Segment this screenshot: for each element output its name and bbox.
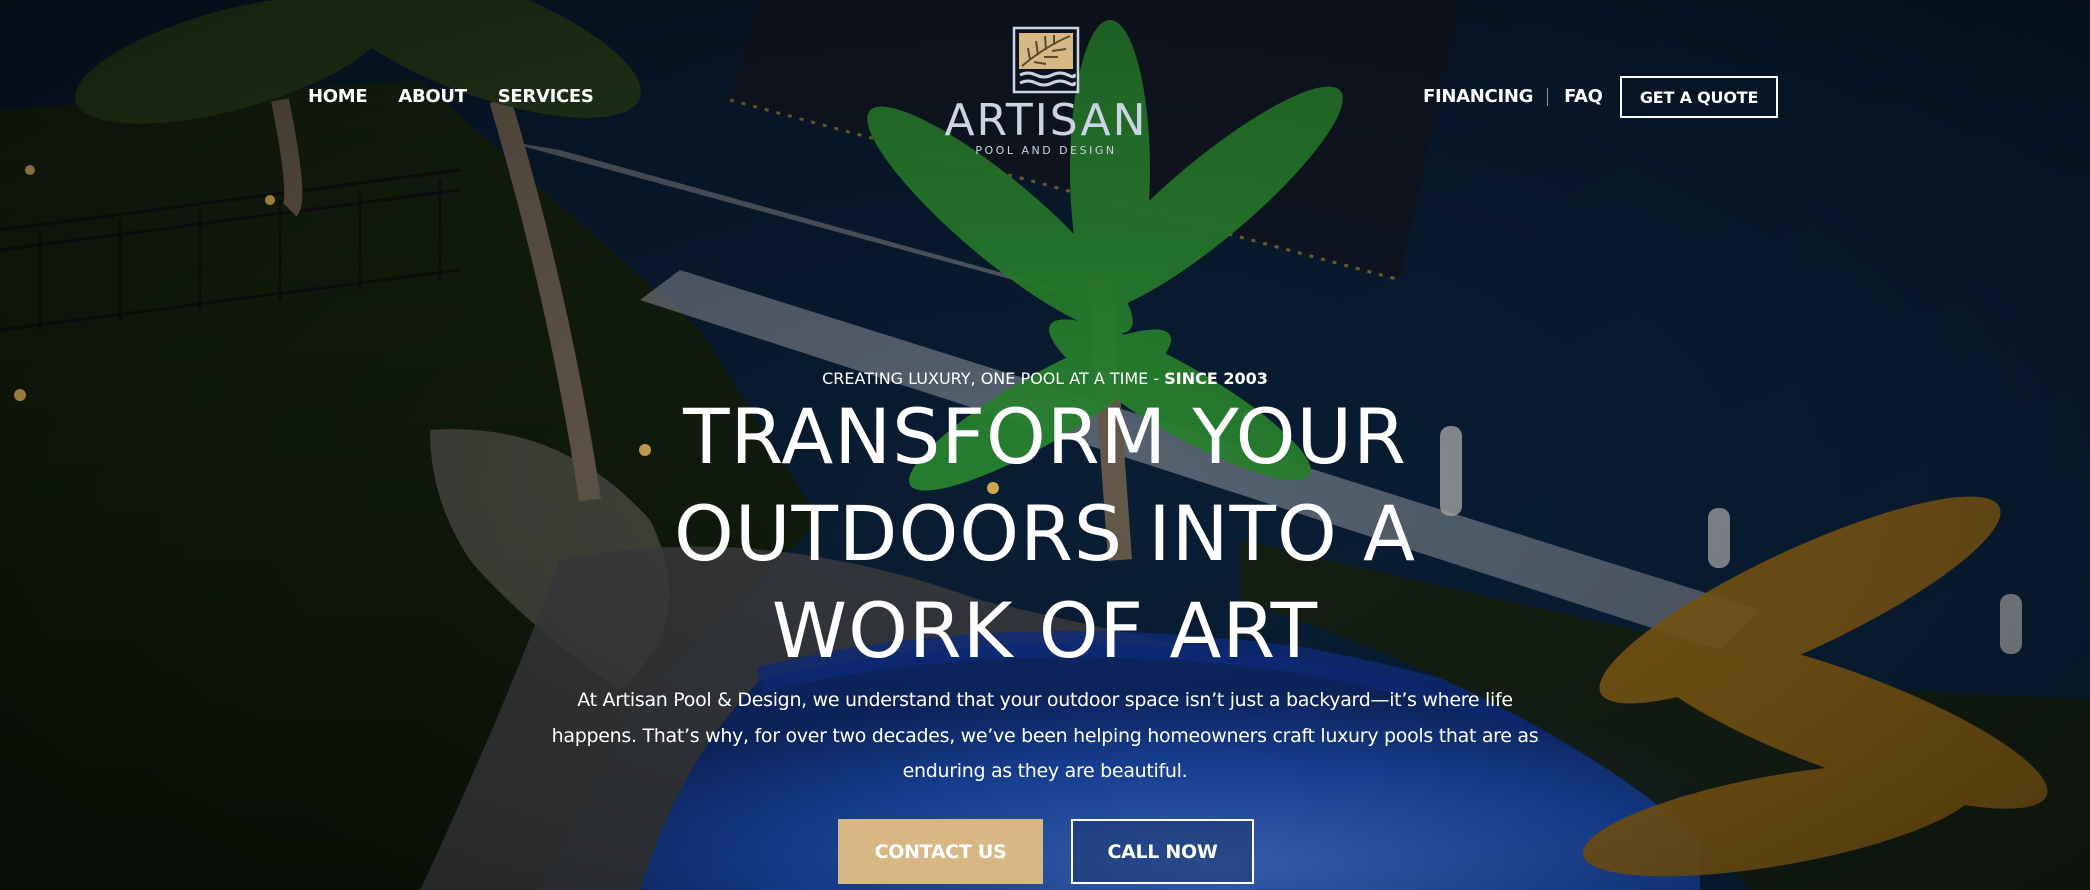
tagline-since: SINCE 2003 — [1164, 369, 1268, 388]
main-nav-left: HOME ABOUT SERVICES — [308, 86, 594, 108]
get-a-quote-button[interactable]: GET A QUOTE — [1620, 76, 1778, 118]
nav-faq[interactable]: FAQ — [1564, 86, 1603, 108]
contact-us-button[interactable]: CONTACT US — [838, 819, 1043, 884]
intro-line-2: happens. That’s why, for over two decade… — [551, 724, 1539, 747]
nav-about[interactable]: ABOUT — [398, 86, 467, 108]
intro-line-3: enduring as they are beautiful. — [902, 760, 1188, 782]
hero-headline: TRANSFORM YOUR OUTDOORS INTO A WORK OF A… — [0, 388, 2090, 679]
hero-intro-paragraph: At Artisan Pool & Design, we understand … — [545, 683, 1545, 790]
nav-home[interactable]: HOME — [308, 86, 368, 108]
hero-tagline: CREATING LUXURY, ONE POOL AT A TIME - SI… — [0, 369, 2090, 388]
logo-name: ARTISAN — [944, 95, 1148, 146]
leaf-and-waves-icon — [1012, 26, 1080, 94]
nav-divider — [1547, 88, 1549, 106]
call-now-button[interactable]: CALL NOW — [1071, 819, 1254, 884]
headline-line-2: OUTDOORS INTO A — [674, 489, 1416, 578]
headline-line-3: WORK OF ART — [771, 586, 1319, 675]
tagline-text: CREATING LUXURY, ONE POOL AT A TIME - — [822, 369, 1165, 388]
site-logo[interactable]: ARTISAN POOL AND DESIGN — [930, 26, 1162, 157]
main-nav-right: FINANCING FAQ — [1423, 86, 1603, 108]
nav-services[interactable]: SERVICES — [498, 86, 594, 108]
hero-buttons: CONTACT US CALL NOW — [838, 819, 1254, 884]
intro-line-1: At Artisan Pool & Design, we understand … — [577, 689, 1513, 711]
headline-line-1: TRANSFORM YOUR — [683, 392, 1407, 481]
nav-financing[interactable]: FINANCING — [1423, 86, 1533, 108]
